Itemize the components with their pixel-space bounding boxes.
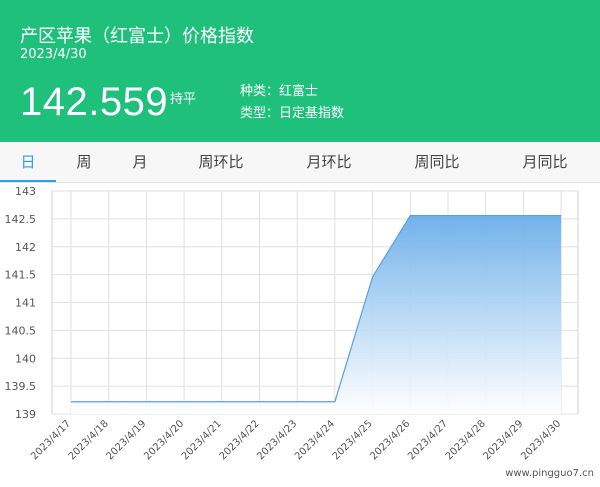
trend-label: 持平 [170, 92, 197, 107]
header-banner: 产区苹果（红富士）价格指数 2023/4/30 142.559 持平 种类：红富… [0, 0, 600, 142]
y-tick-label: 141.5 [5, 269, 37, 282]
x-tick-label: 2023/4/21 [180, 418, 224, 462]
x-tick-label: 2023/4/20 [142, 418, 186, 462]
index-value: 142.559 [20, 80, 169, 124]
y-tick-label: 141 [15, 297, 36, 310]
tab-month[interactable]: 月 [120, 142, 160, 182]
tab-week-ring[interactable]: 周环比 [190, 142, 252, 182]
y-tick-label: 139.5 [5, 380, 37, 393]
y-tick-label: 140.5 [5, 324, 37, 337]
x-tick-label: 2023/4/25 [331, 418, 375, 462]
tab-day[interactable]: 日 [0, 142, 56, 182]
site-watermark: www.pingguo7.cn [505, 468, 594, 479]
tab-month-yoy[interactable]: 月同比 [514, 142, 576, 182]
index-title: 产区苹果（红富士）价格指数 [20, 26, 254, 47]
y-tick-label: 142 [15, 241, 36, 254]
y-tick-label: 143 [15, 185, 36, 198]
x-tick-label: 2023/4/18 [67, 418, 111, 462]
tab-week[interactable]: 周 [64, 142, 104, 182]
x-tick-label: 2023/4/26 [368, 418, 412, 462]
x-tick-label: 2023/4/24 [293, 418, 337, 462]
variety-label: 种类：红富士 [240, 84, 319, 99]
series-area [71, 215, 562, 414]
x-tick-label: 2023/4/30 [519, 418, 563, 462]
x-tick-label: 2023/4/19 [104, 418, 148, 462]
y-tick-label: 139 [15, 408, 36, 421]
y-tick-label: 142.5 [5, 213, 37, 226]
x-tick-label: 2023/4/22 [218, 418, 262, 462]
index-date: 2023/4/30 [20, 47, 87, 62]
x-tick-label: 2023/4/28 [444, 418, 488, 462]
tab-week-yoy[interactable]: 周同比 [406, 142, 468, 182]
x-tick-label: 2023/4/27 [406, 418, 450, 462]
index-type-label: 类型：日定基指数 [240, 106, 345, 121]
y-tick-label: 140 [15, 352, 36, 365]
tab-month-ring[interactable]: 月环比 [298, 142, 360, 182]
x-tick-label: 2023/4/17 [29, 418, 73, 462]
period-tabs: 日 周 月 周环比 月环比 周同比 月同比 [0, 142, 600, 183]
price-chart: 139 139.5 140 140.5 141 141.5 142 142.5 143 2023/… [5, 185, 579, 462]
x-tick-label: 2023/4/29 [481, 418, 525, 462]
x-tick-label: 2023/4/23 [255, 418, 299, 462]
